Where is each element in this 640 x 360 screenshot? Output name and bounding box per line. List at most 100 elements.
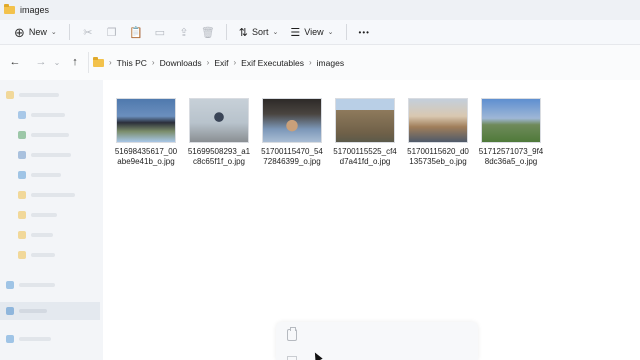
file-name: 51699508293_a1c8c65f1f_o.jpg	[187, 147, 251, 166]
sidebar-item[interactable]	[6, 88, 98, 102]
share-icon[interactable]: ⇪	[172, 22, 196, 42]
folder-icon	[18, 191, 26, 199]
file-tile[interactable]: 51700115620_d0135735eb_o.jpg	[405, 98, 471, 167]
menu-item-icon[interactable]	[287, 356, 297, 360]
folder-icon	[93, 56, 104, 67]
folder-icon	[4, 4, 15, 14]
file-list-area[interactable]: 51698435617_00abe9e41b_o.jpg 51699508293…	[103, 80, 640, 360]
sort-button-label: Sort	[252, 27, 269, 37]
sidebar-item[interactable]	[6, 278, 98, 292]
file-tile[interactable]: 51699508293_a1c8c65f1f_o.jpg	[186, 98, 252, 167]
toolbar-divider	[225, 24, 227, 40]
view-button-label: View	[304, 27, 324, 37]
folder-icon	[18, 251, 26, 259]
chevron-right-icon: ›	[109, 58, 112, 67]
sidebar-item[interactable]	[18, 208, 110, 222]
chevron-right-icon: ›	[151, 58, 155, 67]
new-button-label: New	[28, 27, 47, 37]
sort-button[interactable]: ⇅ Sort ⌄	[233, 22, 285, 42]
sidebar-item-label	[31, 213, 57, 217]
navigation-bar: ← → ⌄ ↑ › This PC › Downloads › Exif › E…	[0, 46, 640, 78]
image-thumbnail	[189, 98, 249, 143]
command-bar: ⊕ New ⌄ ✂ ❐ 📋 ▭ ⇪ 🗑 ⇅ Sort ⌄ ☰ View ⌄ ••…	[0, 20, 640, 45]
pictures-icon	[18, 171, 26, 179]
image-thumbnail	[116, 98, 176, 143]
image-thumbnail	[262, 98, 322, 143]
sidebar-item[interactable]	[18, 248, 110, 262]
file-name: 51700115470_5472846399_o.jpg	[261, 147, 323, 166]
more-icon: •••	[358, 27, 370, 37]
view-button[interactable]: ☰ View ⌄	[284, 22, 339, 42]
rename-icon[interactable]: ▭	[148, 22, 172, 42]
sidebar-item-label	[19, 309, 47, 313]
window-title: images	[20, 5, 50, 15]
file-name: 51698435617_00abe9e41b_o.jpg	[114, 147, 178, 166]
file-tile[interactable]: 51700115470_5472846399_o.jpg	[259, 98, 325, 167]
chevron-right-icon: ›	[233, 58, 237, 67]
up-arrow-icon[interactable]: ↑	[64, 51, 86, 73]
context-menu	[276, 322, 478, 360]
downloads-icon	[18, 131, 26, 139]
paste-icon[interactable]	[287, 327, 297, 341]
onedrive-icon	[6, 281, 14, 289]
sidebar-item[interactable]	[18, 168, 110, 182]
sidebar-item[interactable]	[18, 108, 110, 122]
sidebar-item[interactable]	[18, 148, 110, 162]
paste-icon[interactable]: 📋	[124, 22, 148, 42]
back-arrow-icon[interactable]: ←	[4, 51, 26, 73]
computer-icon	[6, 307, 14, 315]
folder-icon	[18, 211, 26, 219]
sidebar-item-label	[31, 173, 61, 177]
sidebar-item-label	[31, 153, 71, 157]
new-button[interactable]: ⊕ New ⌄	[8, 22, 63, 42]
sidebar-item-label	[31, 233, 53, 237]
chevron-down-icon: ⌄	[327, 29, 334, 36]
sidebar-item-label	[31, 193, 75, 197]
breadcrumb-images[interactable]: images	[317, 58, 344, 68]
network-icon	[6, 335, 14, 343]
recent-locations-chevron-icon[interactable]: ⌄	[52, 51, 62, 73]
view-icon: ☰	[290, 26, 301, 39]
sidebar-item-label	[31, 133, 69, 137]
chevron-right-icon: ›	[206, 58, 210, 67]
image-thumbnail	[335, 98, 395, 143]
chevron-down-icon: ⌄	[272, 29, 279, 36]
sidebar-item[interactable]	[18, 188, 110, 202]
sidebar-item-this-pc[interactable]	[6, 304, 98, 318]
chevron-right-icon: ›	[309, 58, 312, 67]
file-name: 51700115620_d0135735eb_o.jpg	[407, 147, 469, 166]
sidebar-item-label	[19, 337, 51, 341]
delete-icon[interactable]: 🗑	[196, 22, 220, 42]
sidebar-item-label	[31, 113, 65, 117]
breadcrumb-exif[interactable]: Exif	[214, 58, 228, 68]
navigation-pane	[0, 80, 103, 360]
address-bar[interactable]: › This PC › Downloads › Exif › Exif Exec…	[88, 52, 640, 73]
file-name: 51712571073_9f48dc36a5_o.jpg	[478, 147, 544, 166]
more-options-button[interactable]: •••	[353, 22, 376, 42]
sort-icon: ⇅	[238, 26, 249, 39]
breadcrumb-downloads[interactable]: Downloads	[160, 58, 202, 68]
toolbar-divider	[345, 24, 347, 40]
image-thumbnail	[408, 98, 468, 143]
title-bar: images	[0, 0, 640, 20]
forward-arrow-icon[interactable]: →	[30, 51, 52, 73]
folder-icon	[18, 231, 26, 239]
sidebar-item[interactable]	[18, 128, 110, 142]
cut-icon[interactable]: ✂	[76, 22, 100, 42]
folder-icon	[6, 91, 14, 99]
image-thumbnail	[481, 98, 541, 143]
file-tile[interactable]: 51700115525_cf4d7a41fd_o.jpg	[332, 98, 398, 167]
plus-icon: ⊕	[14, 24, 25, 40]
file-name: 51700115525_cf4d7a41fd_o.jpg	[333, 147, 397, 166]
desktop-icon	[18, 111, 26, 119]
breadcrumb-this-pc[interactable]: This PC	[117, 58, 147, 68]
breadcrumb-exif-executables[interactable]: Exif Executables	[241, 58, 304, 68]
sidebar-item-label	[19, 93, 59, 97]
copy-icon[interactable]: ❐	[100, 22, 124, 42]
chevron-down-icon: ⌄	[50, 29, 57, 36]
file-tile[interactable]: 51698435617_00abe9e41b_o.jpg	[113, 98, 179, 167]
sidebar-item[interactable]	[18, 228, 110, 242]
documents-icon	[18, 151, 26, 159]
sidebar-item[interactable]	[6, 332, 98, 346]
file-tile[interactable]: 51712571073_9f48dc36a5_o.jpg	[478, 98, 544, 167]
